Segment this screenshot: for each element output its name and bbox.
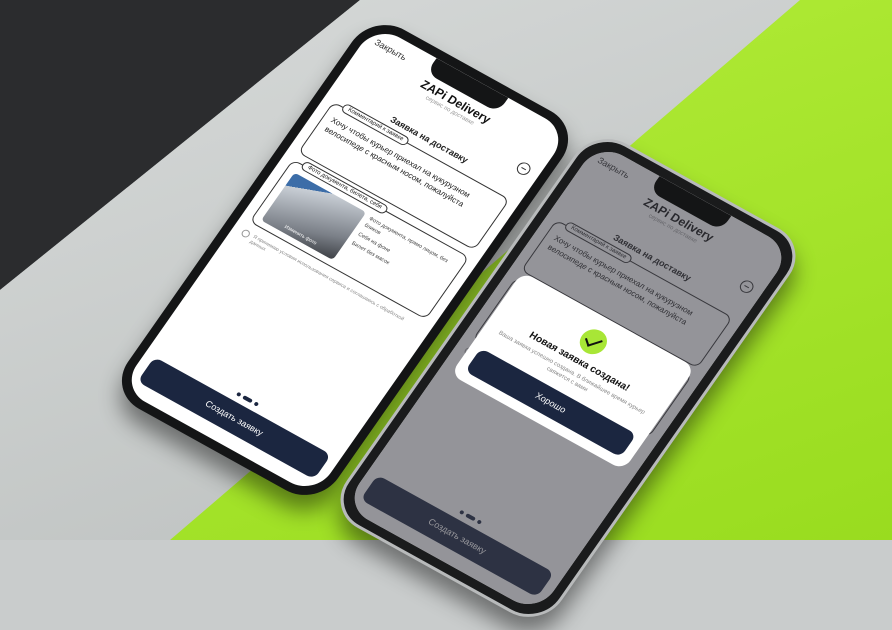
check-icon	[574, 324, 613, 359]
consent-radio-icon[interactable]	[239, 228, 252, 239]
